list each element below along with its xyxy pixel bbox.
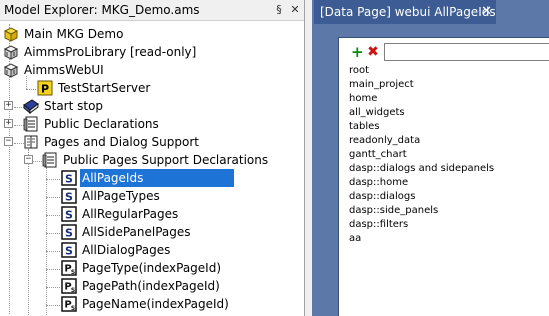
set-icon: S xyxy=(61,188,77,204)
set-element[interactable]: readonly_data xyxy=(349,134,494,148)
add-element-button[interactable]: + xyxy=(351,45,364,60)
string-parameter-icon: P S xyxy=(61,260,77,276)
pane-splitter[interactable] xyxy=(305,0,312,316)
set-icon: S xyxy=(61,224,77,240)
tree-item-public-pages-support-declarations[interactable]: − Public Pages Support Declarations xyxy=(0,151,300,169)
tree-item-aimms-pro-library[interactable]: AimmsProLibrary [read-only] xyxy=(0,43,300,61)
tree-item-main-model[interactable]: Main MKG Demo xyxy=(0,25,300,43)
declaration-section-icon xyxy=(23,116,38,132)
expand-toggle[interactable]: + xyxy=(4,101,13,110)
tree-item-label: AimmsProLibrary [read-only] xyxy=(24,45,197,59)
expand-toggle[interactable]: + xyxy=(4,119,13,128)
collapse-toggle[interactable]: − xyxy=(24,155,33,164)
tree-item-label: Start stop xyxy=(44,99,104,113)
element-edit-input[interactable] xyxy=(384,43,549,61)
set-element[interactable]: dasp::dialogs xyxy=(349,190,494,204)
set-element[interactable]: dasp::filters xyxy=(349,218,494,232)
model-explorer-title: Model Explorer: MKG_Demo.ams xyxy=(4,3,200,17)
tree-item-label: Public Pages Support Declarations xyxy=(63,153,269,167)
svg-text:S: S xyxy=(65,227,73,240)
svg-text:S: S xyxy=(71,305,75,312)
tree-item-all-dialog-pages[interactable]: S AllDialogPages xyxy=(0,241,300,259)
set-element[interactable]: all_widgets xyxy=(349,106,494,120)
tree-item-label: AimmsWebUI xyxy=(24,63,104,77)
tree-item-label: AllPageTypes xyxy=(82,189,160,203)
set-element[interactable]: main_project xyxy=(349,78,494,92)
set-element[interactable]: home xyxy=(349,92,494,106)
set-element[interactable]: tables xyxy=(349,120,494,134)
library-icon xyxy=(3,45,19,60)
model-tree: Main MKG Demo AimmsProLibrary [read-only… xyxy=(0,21,304,316)
tree-item-label: AllDialogPages xyxy=(82,243,171,257)
svg-text:S: S xyxy=(71,269,75,276)
tree-item-all-page-ids[interactable]: S AllPageIds xyxy=(0,169,300,187)
tree-item-aimms-webui[interactable]: AimmsWebUI xyxy=(0,61,300,79)
svg-text:P: P xyxy=(41,83,49,96)
set-element[interactable]: aa xyxy=(349,232,494,246)
set-element-list: root main_project home all_widgets table… xyxy=(349,64,494,246)
string-parameter-icon: P S xyxy=(61,278,77,294)
tab-data-page[interactable]: [Data Page] webui AllPageIds ✕ xyxy=(314,0,496,24)
tree-item-label: Public Declarations xyxy=(44,117,159,131)
set-element[interactable]: dasp::side_panels xyxy=(349,204,494,218)
close-icon[interactable]: ✕ xyxy=(288,3,302,17)
svg-text:S: S xyxy=(65,209,73,222)
tree-item-label: AllPageIds xyxy=(80,169,234,187)
tree-item-start-stop[interactable]: + Start stop xyxy=(0,97,300,115)
collapse-toggle[interactable]: − xyxy=(4,137,13,146)
tree-item-label: TestStartServer xyxy=(58,81,151,95)
data-page-document: + ✖ root main_project home all_widgets t… xyxy=(338,37,549,316)
tree-item-all-regular-pages[interactable]: S AllRegularPages xyxy=(0,205,300,223)
svg-text:S: S xyxy=(71,287,75,294)
tree-item-page-path[interactable]: P S PagePath(indexPageId) xyxy=(0,277,300,295)
tab-title: [Data Page] webui AllPageIds xyxy=(320,5,496,19)
procedure-icon: P xyxy=(37,80,53,96)
tree-item-label: Pages and Dialog Support xyxy=(44,135,199,149)
model-explorer-titlebar: Model Explorer: MKG_Demo.ams § ✕ xyxy=(0,0,304,21)
svg-text:S: S xyxy=(65,173,73,186)
tree-item-label: PagePath(indexPageId) xyxy=(82,279,220,293)
data-page-pane: [Data Page] webui AllPageIds ✕ + ✖ root … xyxy=(312,0,549,316)
tree-item-public-declarations[interactable]: + Public Declarations xyxy=(0,115,300,133)
tree-item-page-type[interactable]: P S PageType(indexPageId) xyxy=(0,259,300,277)
set-element[interactable]: gantt_chart xyxy=(349,148,494,162)
set-element[interactable]: dasp::home xyxy=(349,176,494,190)
tree-item-label: AllSidePanelPages xyxy=(82,225,191,239)
main-model-icon xyxy=(3,27,19,42)
set-icon: S xyxy=(61,242,77,258)
svg-text:S: S xyxy=(65,191,73,204)
set-element[interactable]: root xyxy=(349,64,494,78)
model-explorer-pane: Model Explorer: MKG_Demo.ams § ✕ Main MK… xyxy=(0,0,305,316)
tree-item-all-side-panel-pages[interactable]: S AllSidePanelPages xyxy=(0,223,300,241)
set-element[interactable]: dasp::dialogs and sidepanels xyxy=(349,162,494,176)
declaration-section-icon xyxy=(42,152,57,168)
set-icon: S xyxy=(61,206,77,222)
delete-element-button[interactable]: ✖ xyxy=(367,45,379,59)
tree-item-page-name[interactable]: P S PageName(indexPageId) xyxy=(0,295,300,313)
library-icon xyxy=(3,63,19,78)
book-icon xyxy=(23,99,39,114)
close-icon[interactable]: ✕ xyxy=(481,0,492,24)
tree-item-pages-and-dialog-support[interactable]: − Pages and Dialog Support xyxy=(0,133,300,151)
tree-item-label: PageName(indexPageId) xyxy=(82,297,229,311)
tree-item-test-start-server[interactable]: P TestStartServer xyxy=(0,79,300,97)
tree-item-label: AllRegularPages xyxy=(82,207,179,221)
tree-item-label: PageType(indexPageId) xyxy=(82,261,222,275)
book-section-icon xyxy=(24,135,38,149)
svg-text:S: S xyxy=(65,245,73,258)
string-parameter-icon: P S xyxy=(61,296,77,312)
set-icon: S xyxy=(61,170,77,186)
tree-item-all-page-types[interactable]: S AllPageTypes xyxy=(0,187,300,205)
pin-icon[interactable]: § xyxy=(272,3,286,17)
tree-item-label: Main MKG Demo xyxy=(24,27,124,41)
